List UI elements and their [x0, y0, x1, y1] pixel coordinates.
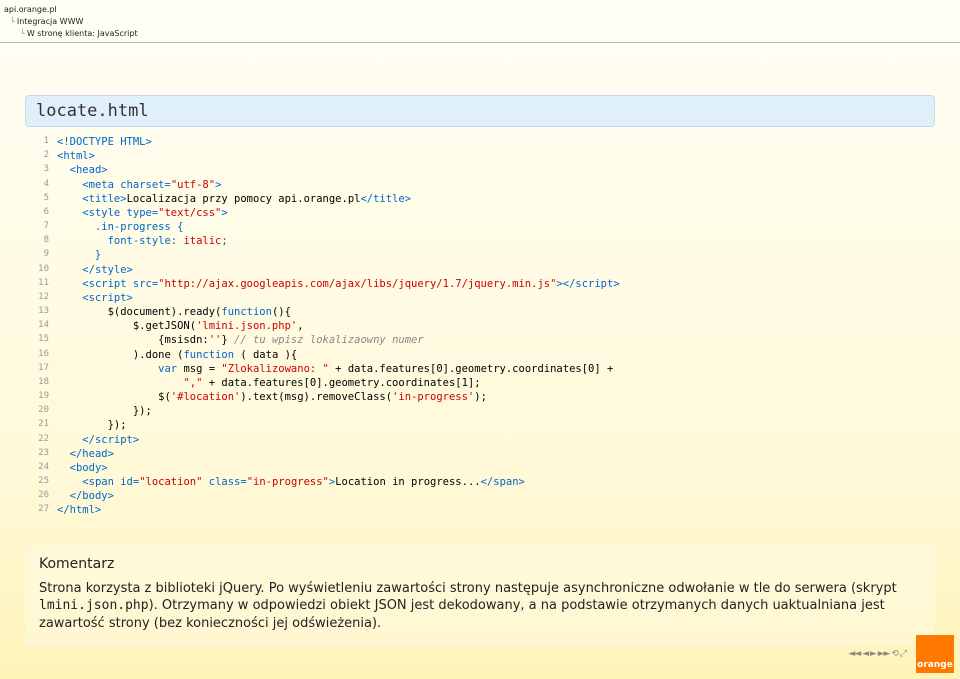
code-line: 9 } — [25, 248, 935, 262]
code-line: 27</html> — [25, 503, 935, 517]
code-block: 1<!DOCTYPE HTML>2<html>3 <head>4 <meta c… — [25, 135, 935, 518]
code-line: 5 <title>Localizacja przy pomocy api.ora… — [25, 192, 935, 206]
breadcrumb-l2: └Integracja WWW — [10, 16, 138, 28]
code-line: 2<html> — [25, 149, 935, 163]
code-line: 24 <body> — [25, 461, 935, 475]
code-line: 15 {msisdn:''} // tu wpisz lokalizaowny … — [25, 333, 935, 347]
code-line: 7 .in-progress { — [25, 220, 935, 234]
code-title: locate.html — [25, 95, 935, 127]
commentary-box: Komentarz Strona korzysta z biblioteki j… — [25, 546, 935, 647]
code-line: 18 "," + data.features[0].geometry.coord… — [25, 376, 935, 390]
code-line: 25 <span id="location" class="in-progres… — [25, 475, 935, 489]
nav-icons[interactable]: ◄◄ ◄ ► ►► ⟲ ⤢ — [848, 649, 906, 659]
code-line: 20 }); — [25, 404, 935, 418]
code-line: 22 </script> — [25, 433, 935, 447]
code-line: 13 $(document).ready(function(){ — [25, 305, 935, 319]
code-line: 3 <head> — [25, 163, 935, 177]
code-line: 10 </style> — [25, 263, 935, 277]
code-line: 8 font-style: italic; — [25, 234, 935, 248]
breadcrumbs: api.orange.pl └Integracja WWW └W stronę … — [4, 4, 138, 40]
breadcrumb-l3: └W stronę klienta: JavaScript — [20, 28, 138, 40]
divider — [0, 42, 960, 43]
code-line: 6 <style type="text/css"> — [25, 206, 935, 220]
footer: ◄◄ ◄ ► ►► ⟲ ⤢ orange — [848, 635, 954, 673]
code-line: 21 }); — [25, 418, 935, 432]
orange-logo: orange — [916, 635, 954, 673]
code-line: 17 var msg = "Zlokalizowano: " + data.fe… — [25, 362, 935, 376]
code-line: 23 </head> — [25, 447, 935, 461]
commentary-heading: Komentarz — [39, 556, 921, 572]
code-line: 11 <script src="http://ajax.googleapis.c… — [25, 277, 935, 291]
code-line: 26 </body> — [25, 489, 935, 503]
code-line: 12 <script> — [25, 291, 935, 305]
code-line: 14 $.getJSON('lmini.json.php', — [25, 319, 935, 333]
code-line: 1<!DOCTYPE HTML> — [25, 135, 935, 149]
breadcrumb-l1: api.orange.pl — [4, 4, 138, 16]
code-line: 4 <meta charset="utf-8"> — [25, 178, 935, 192]
code-line: 16 ).done (function ( data ){ — [25, 348, 935, 362]
slide-content: locate.html 1<!DOCTYPE HTML>2<html>3 <he… — [25, 95, 935, 646]
commentary-body: Strona korzysta z biblioteki jQuery. Po … — [39, 580, 921, 633]
code-line: 19 $('#location').text(msg).removeClass(… — [25, 390, 935, 404]
